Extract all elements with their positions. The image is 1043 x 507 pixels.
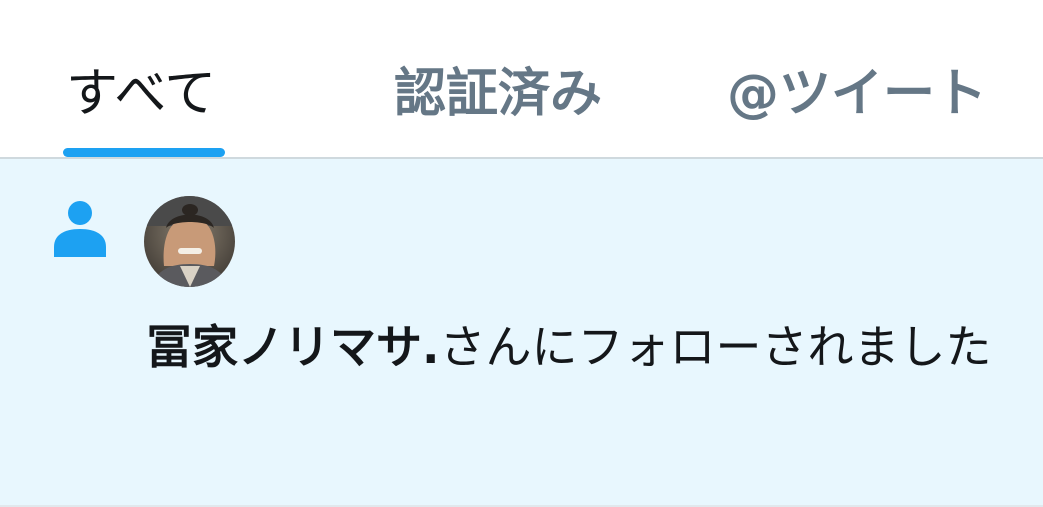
- tab-verified[interactable]: 認証済み: [394, 58, 602, 130]
- tab-all[interactable]: すべて: [66, 58, 216, 130]
- avatar[interactable]: [144, 196, 235, 287]
- notification-text: 冨家ノリマサ.さんにフォローされました: [146, 312, 1026, 382]
- tab-mentions[interactable]: @ツイート: [727, 58, 987, 130]
- follower-name-link[interactable]: 冨家ノリマサ.: [146, 320, 439, 374]
- active-tab-indicator: [63, 148, 225, 157]
- person-icon: [54, 201, 106, 257]
- notification-tabs: すべて 認証済み @ツイート: [0, 0, 1043, 159]
- follow-message: さんにフォローされました: [439, 320, 992, 374]
